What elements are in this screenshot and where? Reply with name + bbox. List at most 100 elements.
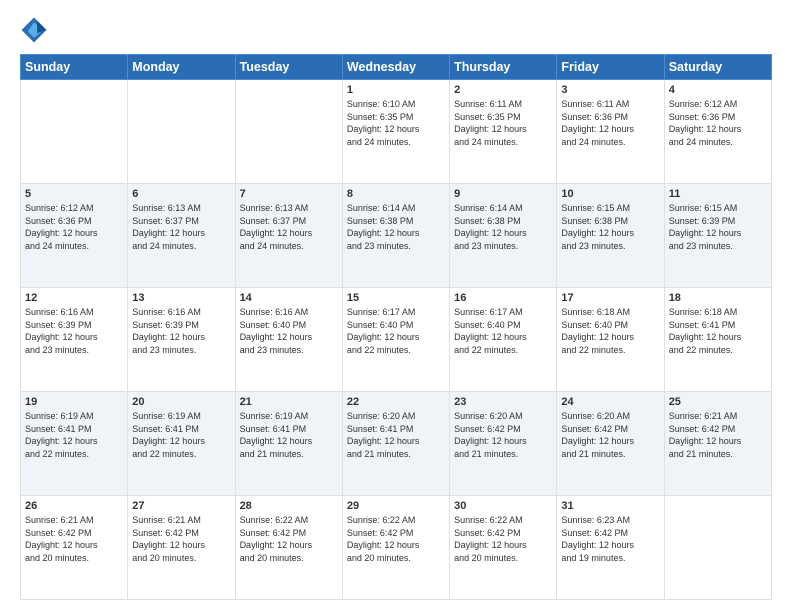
- calendar-week-row: 5 Sunrise: 6:12 AM Sunset: 6:36 PM Daylig…: [21, 184, 772, 288]
- day-number: 16: [454, 292, 552, 304]
- day-info: Sunrise: 6:11 AM Sunset: 6:36 PM Dayligh…: [561, 98, 659, 148]
- day-number: 24: [561, 396, 659, 408]
- calendar-cell: 20 Sunrise: 6:19 AM Sunset: 6:41 PM Dayli…: [128, 392, 235, 496]
- day-info: Sunrise: 6:19 AM Sunset: 6:41 PM Dayligh…: [240, 410, 338, 460]
- day-info: Sunrise: 6:10 AM Sunset: 6:35 PM Dayligh…: [347, 98, 445, 148]
- day-info: Sunrise: 6:17 AM Sunset: 6:40 PM Dayligh…: [347, 306, 445, 356]
- day-number: 6: [132, 188, 230, 200]
- weekday-header-monday: Monday: [128, 55, 235, 80]
- day-info: Sunrise: 6:21 AM Sunset: 6:42 PM Dayligh…: [25, 514, 123, 564]
- day-number: 22: [347, 396, 445, 408]
- calendar-cell: 19 Sunrise: 6:19 AM Sunset: 6:41 PM Dayli…: [21, 392, 128, 496]
- calendar-cell: 3Sunrise: 6:11 AM Sunset: 6:36 PM Daylig…: [557, 80, 664, 184]
- day-number: 19: [25, 396, 123, 408]
- calendar-cell: 8 Sunrise: 6:14 AM Sunset: 6:38 PM Daylig…: [342, 184, 449, 288]
- day-info: Sunrise: 6:15 AM Sunset: 6:39 PM Dayligh…: [669, 202, 767, 252]
- day-info: Sunrise: 6:11 AM Sunset: 6:35 PM Dayligh…: [454, 98, 552, 148]
- day-number: 11: [669, 188, 767, 200]
- calendar-cell: 29 Sunrise: 6:22 AM Sunset: 6:42 PM Dayli…: [342, 496, 449, 600]
- calendar-cell: 7 Sunrise: 6:13 AM Sunset: 6:37 PM Daylig…: [235, 184, 342, 288]
- day-info: Sunrise: 6:16 AM Sunset: 6:39 PM Dayligh…: [132, 306, 230, 356]
- day-number: 7: [240, 188, 338, 200]
- day-info: Sunrise: 6:13 AM Sunset: 6:37 PM Dayligh…: [132, 202, 230, 252]
- day-number: 15: [347, 292, 445, 304]
- weekday-header-wednesday: Wednesday: [342, 55, 449, 80]
- day-number: 17: [561, 292, 659, 304]
- day-number: 12: [25, 292, 123, 304]
- calendar-cell: 4 Sunrise: 6:12 AM Sunset: 6:36 PM Daylig…: [664, 80, 771, 184]
- day-number: 8: [347, 188, 445, 200]
- calendar-cell: 5 Sunrise: 6:12 AM Sunset: 6:36 PM Daylig…: [21, 184, 128, 288]
- day-info: Sunrise: 6:22 AM Sunset: 6:42 PM Dayligh…: [240, 514, 338, 564]
- day-info: Sunrise: 6:19 AM Sunset: 6:41 PM Dayligh…: [132, 410, 230, 460]
- day-info: Sunrise: 6:20 AM Sunset: 6:41 PM Dayligh…: [347, 410, 445, 460]
- weekday-header-thursday: Thursday: [450, 55, 557, 80]
- day-info: Sunrise: 6:19 AM Sunset: 6:41 PM Dayligh…: [25, 410, 123, 460]
- calendar-cell: 21 Sunrise: 6:19 AM Sunset: 6:41 PM Dayli…: [235, 392, 342, 496]
- calendar-cell: 6 Sunrise: 6:13 AM Sunset: 6:37 PM Daylig…: [128, 184, 235, 288]
- calendar-week-row: 26 Sunrise: 6:21 AM Sunset: 6:42 PM Dayli…: [21, 496, 772, 600]
- calendar-cell: [128, 80, 235, 184]
- day-info: Sunrise: 6:20 AM Sunset: 6:42 PM Dayligh…: [454, 410, 552, 460]
- calendar-cell: 27 Sunrise: 6:21 AM Sunset: 6:42 PM Dayli…: [128, 496, 235, 600]
- day-number: 4: [669, 84, 767, 96]
- calendar-table: SundayMondayTuesdayWednesdayThursdayFrid…: [20, 54, 772, 600]
- day-info: Sunrise: 6:18 AM Sunset: 6:40 PM Dayligh…: [561, 306, 659, 356]
- logo: [20, 16, 52, 44]
- day-number: 20: [132, 396, 230, 408]
- day-info: Sunrise: 6:21 AM Sunset: 6:42 PM Dayligh…: [132, 514, 230, 564]
- day-info: Sunrise: 6:14 AM Sunset: 6:38 PM Dayligh…: [454, 202, 552, 252]
- day-info: Sunrise: 6:12 AM Sunset: 6:36 PM Dayligh…: [669, 98, 767, 148]
- day-number: 13: [132, 292, 230, 304]
- day-info: Sunrise: 6:23 AM Sunset: 6:42 PM Dayligh…: [561, 514, 659, 564]
- calendar-cell: 30Sunrise: 6:22 AM Sunset: 6:42 PM Dayli…: [450, 496, 557, 600]
- calendar-cell: 2 Sunrise: 6:11 AM Sunset: 6:35 PM Daylig…: [450, 80, 557, 184]
- calendar-cell: 23Sunrise: 6:20 AM Sunset: 6:42 PM Dayli…: [450, 392, 557, 496]
- calendar-cell: 25Sunrise: 6:21 AM Sunset: 6:42 PM Dayli…: [664, 392, 771, 496]
- calendar-cell: 31 Sunrise: 6:23 AM Sunset: 6:42 PM Dayli…: [557, 496, 664, 600]
- day-info: Sunrise: 6:12 AM Sunset: 6:36 PM Dayligh…: [25, 202, 123, 252]
- day-number: 14: [240, 292, 338, 304]
- day-number: 28: [240, 500, 338, 512]
- calendar-cell: 17 Sunrise: 6:18 AM Sunset: 6:40 PM Dayli…: [557, 288, 664, 392]
- calendar-cell: 9 Sunrise: 6:14 AM Sunset: 6:38 PM Daylig…: [450, 184, 557, 288]
- day-info: Sunrise: 6:21 AM Sunset: 6:42 PM Dayligh…: [669, 410, 767, 460]
- day-info: Sunrise: 6:13 AM Sunset: 6:37 PM Dayligh…: [240, 202, 338, 252]
- calendar-cell: 11 Sunrise: 6:15 AM Sunset: 6:39 PM Dayli…: [664, 184, 771, 288]
- weekday-header-saturday: Saturday: [664, 55, 771, 80]
- calendar-cell: 1 Sunrise: 6:10 AM Sunset: 6:35 PM Daylig…: [342, 80, 449, 184]
- day-number: 29: [347, 500, 445, 512]
- day-number: 5: [25, 188, 123, 200]
- day-number: 18: [669, 292, 767, 304]
- calendar-cell: 15 Sunrise: 6:17 AM Sunset: 6:40 PM Dayli…: [342, 288, 449, 392]
- calendar-cell: [235, 80, 342, 184]
- day-info: Sunrise: 6:18 AM Sunset: 6:41 PM Dayligh…: [669, 306, 767, 356]
- calendar-cell: 28 Sunrise: 6:22 AM Sunset: 6:42 PM Dayli…: [235, 496, 342, 600]
- day-number: 30: [454, 500, 552, 512]
- day-info: Sunrise: 6:22 AM Sunset: 6:42 PM Dayligh…: [347, 514, 445, 564]
- day-info: Sunrise: 6:14 AM Sunset: 6:38 PM Dayligh…: [347, 202, 445, 252]
- day-number: 1: [347, 84, 445, 96]
- calendar-cell: 22 Sunrise: 6:20 AM Sunset: 6:41 PM Dayli…: [342, 392, 449, 496]
- day-number: 31: [561, 500, 659, 512]
- day-number: 9: [454, 188, 552, 200]
- day-number: 21: [240, 396, 338, 408]
- weekday-header-sunday: Sunday: [21, 55, 128, 80]
- day-info: Sunrise: 6:20 AM Sunset: 6:42 PM Dayligh…: [561, 410, 659, 460]
- weekday-header-friday: Friday: [557, 55, 664, 80]
- calendar-cell: 26 Sunrise: 6:21 AM Sunset: 6:42 PM Dayli…: [21, 496, 128, 600]
- day-info: Sunrise: 6:16 AM Sunset: 6:40 PM Dayligh…: [240, 306, 338, 356]
- calendar-cell: [664, 496, 771, 600]
- day-number: 2: [454, 84, 552, 96]
- weekday-header-tuesday: Tuesday: [235, 55, 342, 80]
- calendar-cell: 16Sunrise: 6:17 AM Sunset: 6:40 PM Dayli…: [450, 288, 557, 392]
- day-number: 26: [25, 500, 123, 512]
- calendar-cell: 24 Sunrise: 6:20 AM Sunset: 6:42 PM Dayli…: [557, 392, 664, 496]
- weekday-header-row: SundayMondayTuesdayWednesdayThursdayFrid…: [21, 55, 772, 80]
- calendar-week-row: 19 Sunrise: 6:19 AM Sunset: 6:41 PM Dayli…: [21, 392, 772, 496]
- calendar-cell: 13 Sunrise: 6:16 AM Sunset: 6:39 PM Dayli…: [128, 288, 235, 392]
- calendar-cell: 18 Sunrise: 6:18 AM Sunset: 6:41 PM Dayli…: [664, 288, 771, 392]
- calendar-week-row: 12 Sunrise: 6:16 AM Sunset: 6:39 PM Dayli…: [21, 288, 772, 392]
- calendar-cell: 10Sunrise: 6:15 AM Sunset: 6:38 PM Dayli…: [557, 184, 664, 288]
- day-number: 27: [132, 500, 230, 512]
